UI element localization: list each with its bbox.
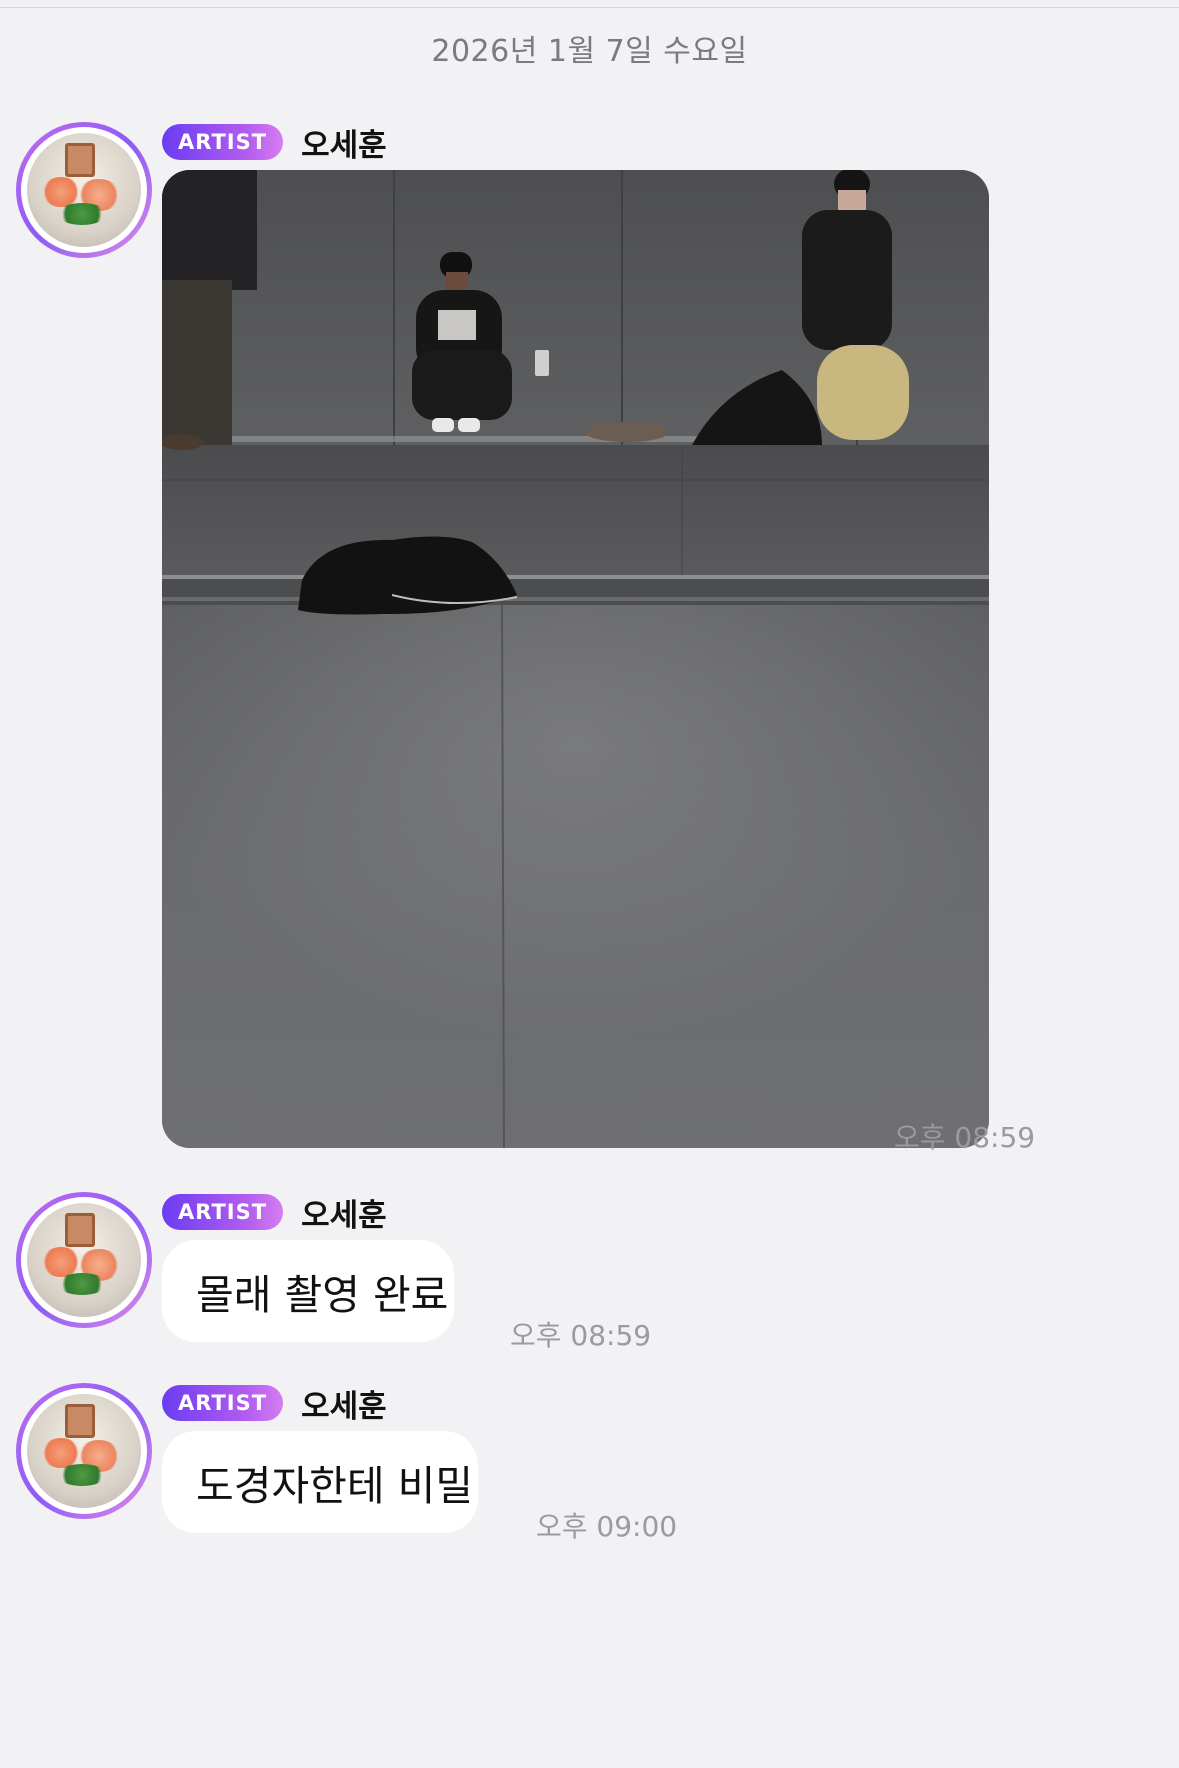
artist-badge: ARTIST bbox=[162, 1194, 284, 1230]
avatar[interactable] bbox=[16, 1192, 152, 1328]
message-item: ARTIST 오세훈 몰래 촬영 완료 오후 08:59 bbox=[16, 1190, 1166, 1352]
text-message-bubble[interactable]: 몰래 촬영 완료 bbox=[162, 1240, 454, 1342]
sender-name[interactable]: 오세훈 bbox=[301, 120, 387, 165]
sender-name[interactable]: 오세훈 bbox=[301, 1190, 387, 1235]
date-separator: 2026년 1월 7일 수요일 bbox=[431, 34, 748, 69]
message-item: ARTIST 오세훈 도경자한테 비밀 오후 09:00 bbox=[16, 1381, 1166, 1543]
avatar-image bbox=[27, 1203, 141, 1317]
message-time: 오후 08:59 bbox=[894, 1121, 1036, 1154]
message-header: ARTIST 오세훈 bbox=[162, 120, 387, 165]
text-message-bubble[interactable]: 도경자한테 비밀 bbox=[162, 1431, 478, 1533]
artist-badge: ARTIST bbox=[162, 1385, 284, 1421]
sender-name[interactable]: 오세훈 bbox=[301, 1381, 387, 1426]
message-header: ARTIST 오세훈 bbox=[162, 1381, 387, 1426]
avatar-image bbox=[27, 133, 141, 247]
message-time: 오후 09:00 bbox=[536, 1510, 678, 1543]
photo-image bbox=[162, 170, 989, 1148]
message-header: ARTIST 오세훈 bbox=[162, 1190, 387, 1235]
avatar[interactable] bbox=[16, 122, 152, 258]
avatar[interactable] bbox=[16, 1383, 152, 1519]
photo-message[interactable] bbox=[162, 170, 989, 1148]
message-item: ARTIST 오세훈 오후 08:59 bbox=[16, 120, 1166, 1154]
avatar-image bbox=[27, 1394, 141, 1508]
artist-badge: ARTIST bbox=[162, 124, 284, 160]
top-divider bbox=[0, 0, 1179, 8]
message-time: 오후 08:59 bbox=[510, 1319, 652, 1352]
chat-screen: 2026년 1월 7일 수요일 ARTIST 오세훈 오후 08:59 ARTI… bbox=[0, 0, 1179, 1768]
